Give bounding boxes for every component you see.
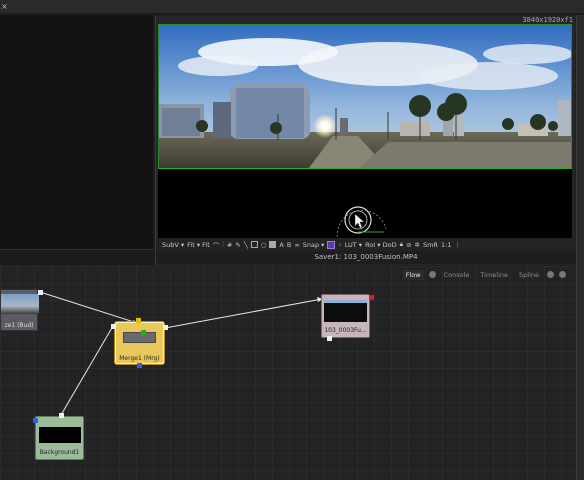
viewer-toolbar: SubV ▾ Fit ▾ Fit ⌒ ⫶ # ✎ ╲ ○ A B ∞ Snap … [156, 238, 576, 251]
saver-output-port[interactable] [369, 295, 374, 300]
merge-input-port[interactable] [111, 324, 116, 329]
grid-icon[interactable]: # [227, 241, 232, 249]
curve-icon[interactable]: ⌒ [213, 240, 220, 250]
saver-node[interactable]: 103_0003Fu... [321, 294, 370, 338]
stop-icon[interactable]: ⊘ [406, 241, 411, 249]
roi-dropdown[interactable]: RoI ▾ DoD [365, 241, 397, 249]
saver-dot-port[interactable] [327, 336, 332, 341]
saver-node-label: 103_0003Fu... [324, 327, 367, 334]
node-connections [39, 291, 323, 416]
blur-node[interactable]: ze1 (Bud) [0, 289, 39, 331]
blur-output-port[interactable] [38, 290, 43, 295]
left-viewer[interactable] [0, 15, 153, 249]
blur-node-thumbnail [1, 294, 39, 314]
left-viewer-toolbar [0, 249, 155, 265]
background-node[interactable]: Background1 [35, 416, 84, 460]
flow-editor[interactable]: Flow Console Timeline Spline ze1 (Bud) M… [0, 266, 576, 480]
more-icon[interactable]: ⋮ [454, 241, 461, 249]
saver-node-thumbnail [324, 300, 367, 322]
merge-output-port[interactable] [163, 325, 168, 330]
background-node-label: Background1 [39, 449, 80, 456]
transform-widget[interactable] [158, 24, 572, 253]
rectangle-icon[interactable] [250, 241, 258, 248]
close-icon[interactable]: × [0, 2, 9, 11]
histogram-icon[interactable]: ⫶ [222, 240, 224, 249]
inspector-edge [576, 15, 584, 480]
fit-dropdown[interactable]: Fit ▾ Fit [187, 241, 210, 249]
b-buffer-label[interactable]: B [287, 241, 291, 249]
viewer-canvas[interactable] [158, 24, 572, 253]
merge-node-label: Merge1 (Mrg) [119, 355, 160, 362]
viewer-caption: Saver1: 103_0003Fusion.MP4 [156, 251, 576, 264]
right-viewer[interactable]: 3840x1920xf1 SubV ▾ Fit ▾ Fit ⌒ ⫶ # ✎ ╲ … [155, 16, 576, 265]
lut-dropdown[interactable]: LUT ▾ [345, 241, 362, 249]
separator-icon: ▾ [338, 240, 342, 249]
checker-icon[interactable]: ✲ [415, 241, 420, 249]
blur-node-label: ze1 (Bud) [4, 322, 34, 329]
snap-dropdown[interactable]: Snap ▾ [303, 241, 325, 249]
merge-mask-port[interactable] [137, 363, 142, 368]
merge-node[interactable]: Merge1 (Mrg) [115, 322, 164, 364]
resolution-readout: 3840x1920xf1 [522, 16, 573, 24]
subview-dropdown[interactable]: SubV ▾ [162, 241, 184, 249]
background-node-thumbnail [39, 427, 81, 443]
link-icon[interactable]: ∞ [294, 241, 299, 249]
pick-icon[interactable]: ✎ [235, 241, 240, 249]
a-buffer-icon[interactable] [269, 241, 277, 248]
background-input-port[interactable] [33, 418, 38, 423]
background-output-port[interactable] [59, 413, 64, 418]
channel-color-swatch[interactable] [327, 240, 336, 249]
merge-node-thumbnail [123, 332, 156, 343]
zoom-ratio[interactable]: 1:1 [441, 241, 451, 249]
top-bar: × [0, 0, 584, 14]
lock-icon[interactable]: 🔒︎ [400, 240, 403, 249]
smr-toggle[interactable]: SmR [423, 241, 438, 249]
merge-foreground-port[interactable] [141, 330, 146, 335]
circle-icon[interactable]: ○ [261, 241, 267, 249]
line-icon[interactable]: ╲ [244, 241, 248, 249]
merge-background-port[interactable] [136, 318, 141, 323]
a-buffer-label[interactable]: A [279, 241, 283, 249]
